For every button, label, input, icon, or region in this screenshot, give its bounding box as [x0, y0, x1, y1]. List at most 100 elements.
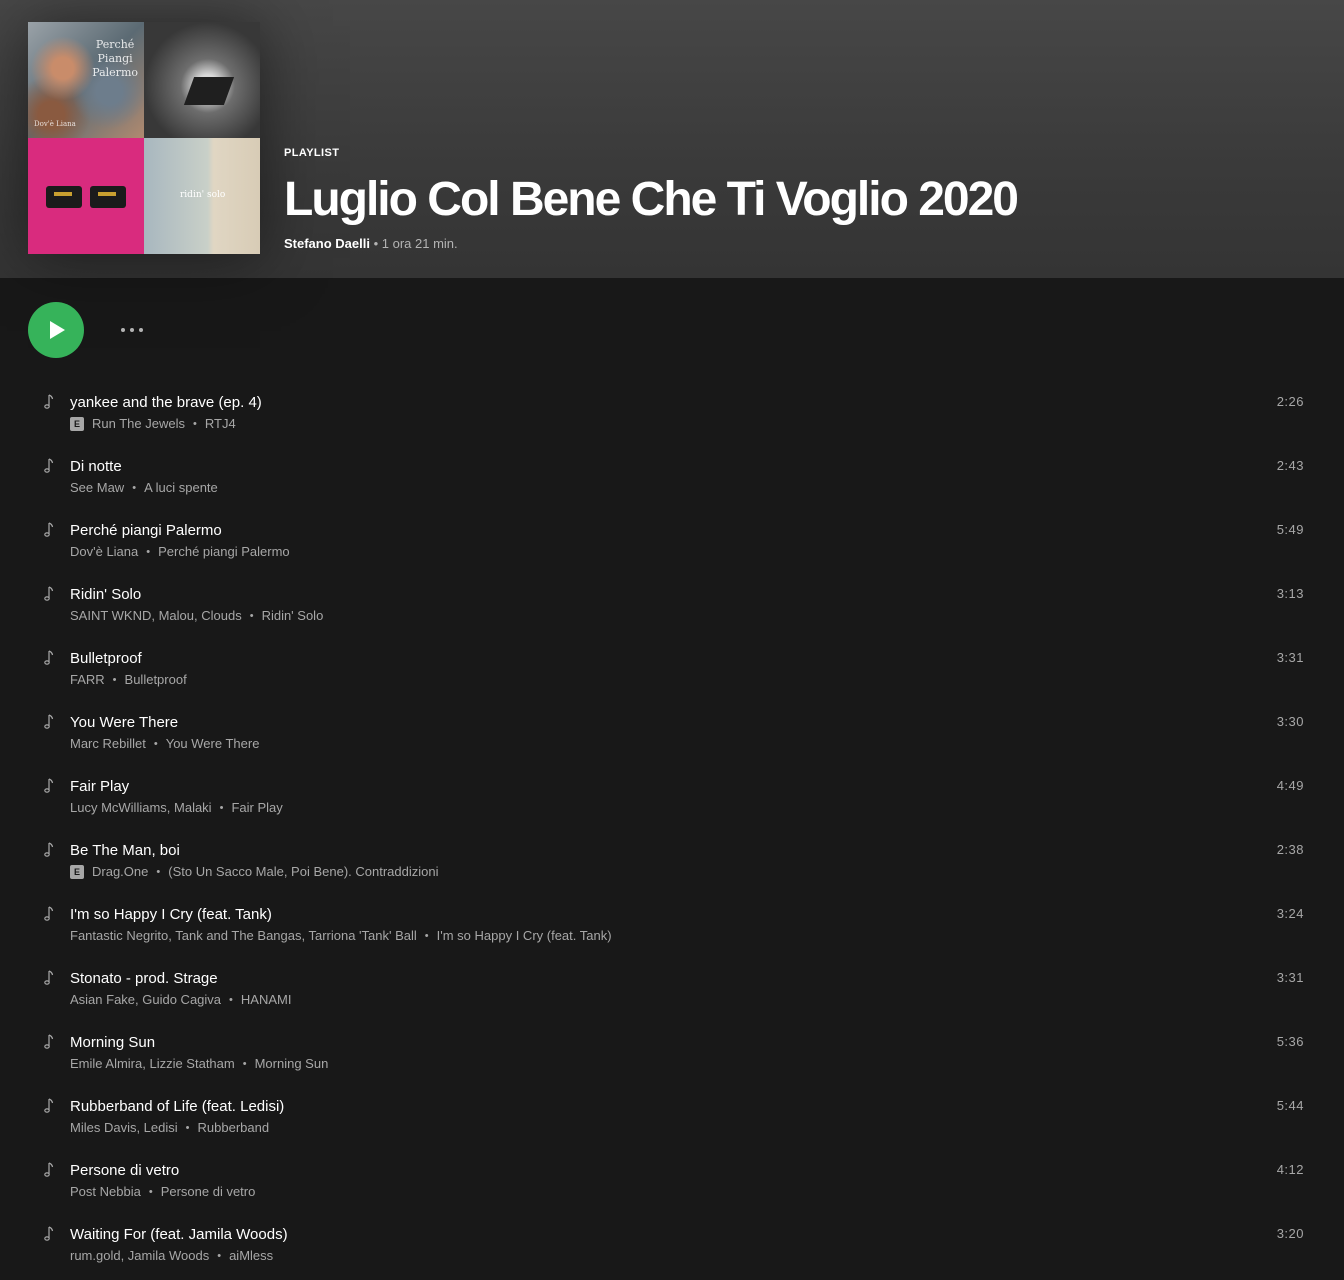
track-album[interactable]: HANAMI: [241, 992, 292, 1007]
track-list: yankee and the brave (ep. 4) E Run The Jew…: [0, 384, 1344, 1280]
track-album[interactable]: Morning Sun: [255, 1056, 329, 1071]
track-row[interactable]: Ridin' Solo SAINT WKND, Malou, Clouds • Rid…: [0, 576, 1344, 640]
track-title[interactable]: Stonato - prod. Strage: [70, 970, 218, 987]
separator-dot: •: [185, 1121, 190, 1134]
track-artists[interactable]: Lucy McWilliams, Malaki: [70, 800, 212, 815]
track-album[interactable]: Bulletproof: [125, 672, 187, 687]
track-album[interactable]: Rubberband: [198, 1120, 270, 1135]
track-title[interactable]: Fair Play: [70, 778, 129, 795]
track-row[interactable]: Bulletproof FARR • Bulletproof 3:31: [0, 640, 1344, 704]
track-row[interactable]: Perché piangi Palermo Dov'è Liana • Perché …: [0, 512, 1344, 576]
track-row[interactable]: Stonato - prod. Strage Asian Fake, Guido …: [0, 960, 1344, 1024]
track-row[interactable]: Waiting For (feat. Jamila Woods) rum.gold…: [0, 1216, 1344, 1280]
track-album[interactable]: RTJ4: [205, 416, 236, 431]
meta-separator: •: [373, 236, 382, 251]
track-duration: 4:12: [1276, 1162, 1304, 1177]
track-duration: 2:43: [1276, 458, 1304, 473]
track-duration: 3:20: [1276, 1226, 1304, 1241]
music-note-icon: [44, 394, 54, 409]
track-artists[interactable]: Fantastic Negrito, Tank and The Bangas, …: [70, 928, 417, 943]
track-duration: 5:44: [1276, 1098, 1304, 1113]
track-title[interactable]: Rubberband of Life (feat. Ledisi): [70, 1098, 284, 1115]
track-title[interactable]: You Were There: [70, 714, 178, 731]
separator-dot: •: [112, 673, 117, 686]
track-title[interactable]: Di notte: [70, 458, 122, 475]
track-artists[interactable]: Dov'è Liana: [70, 544, 138, 559]
separator-dot: •: [242, 1057, 247, 1070]
track-title[interactable]: yankee and the brave (ep. 4): [70, 394, 262, 411]
track-row[interactable]: Di notte See Maw • A luci spente 2:43: [0, 448, 1344, 512]
separator-dot: •: [217, 1249, 222, 1262]
cover-tile-4-text: ridin' solo: [180, 190, 226, 200]
music-note-icon: [44, 1034, 54, 1049]
separator-dot: •: [146, 545, 151, 558]
explicit-badge: E: [70, 864, 84, 879]
music-note-icon: [44, 1098, 54, 1113]
track-album[interactable]: aiMless: [229, 1248, 273, 1263]
track-album[interactable]: Perché piangi Palermo: [158, 544, 290, 559]
separator-dot: •: [249, 609, 254, 622]
play-button[interactable]: [28, 302, 84, 358]
cover-tile-2: [144, 22, 260, 138]
track-subtitle: Miles Davis, Ledisi • Rubberband: [70, 1120, 269, 1135]
track-duration: 3:30: [1276, 714, 1304, 729]
track-row[interactable]: yankee and the brave (ep. 4) E Run The Jew…: [0, 384, 1344, 448]
track-album[interactable]: Persone di vetro: [161, 1184, 256, 1199]
track-title[interactable]: Morning Sun: [70, 1034, 155, 1051]
track-artists[interactable]: Marc Rebillet: [70, 736, 146, 751]
track-title[interactable]: I'm so Happy I Cry (feat. Tank): [70, 906, 272, 923]
track-artists[interactable]: Miles Davis, Ledisi: [70, 1120, 178, 1135]
track-artists[interactable]: rum.gold, Jamila Woods: [70, 1248, 209, 1263]
track-duration: 3:24: [1276, 906, 1304, 921]
track-row[interactable]: You Were There Marc Rebillet • You Were The…: [0, 704, 1344, 768]
more-options-button[interactable]: [114, 316, 150, 344]
music-note-icon: [44, 1162, 54, 1177]
playlist-meta: Stefano Daelli • 1 ora 21 min.: [284, 236, 458, 251]
track-artists[interactable]: See Maw: [70, 480, 124, 495]
track-row[interactable]: Rubberband of Life (feat. Ledisi) Miles D…: [0, 1088, 1344, 1152]
playlist-owner[interactable]: Stefano Daelli: [284, 236, 370, 251]
track-album[interactable]: Ridin' Solo: [262, 608, 324, 623]
track-album[interactable]: I'm so Happy I Cry (feat. Tank): [437, 928, 612, 943]
track-album[interactable]: (Sto Un Sacco Male, Poi Bene). Contraddi…: [168, 864, 438, 879]
track-title[interactable]: Bulletproof: [70, 650, 142, 667]
track-subtitle: Dov'è Liana • Perché piangi Palermo: [70, 544, 290, 559]
playlist-cover[interactable]: Perché Piangi Palermo Dov'è Liana ridin'…: [28, 22, 260, 254]
separator-dot: •: [192, 417, 197, 430]
track-artists[interactable]: SAINT WKND, Malou, Clouds: [70, 608, 242, 623]
playlist-header: Perché Piangi Palermo Dov'è Liana ridin'…: [0, 0, 1344, 278]
track-album[interactable]: A luci spente: [144, 480, 218, 495]
track-row[interactable]: Morning Sun Emile Almira, Lizzie Statham •…: [0, 1024, 1344, 1088]
track-row[interactable]: Be The Man, boi E Drag.One • (Sto Un Sacco M…: [0, 832, 1344, 896]
track-row[interactable]: Persone di vetro Post Nebbia • Persone di v…: [0, 1152, 1344, 1216]
track-title[interactable]: Persone di vetro: [70, 1162, 179, 1179]
track-title[interactable]: Waiting For (feat. Jamila Woods): [70, 1226, 288, 1243]
track-artists[interactable]: Post Nebbia: [70, 1184, 141, 1199]
track-artists[interactable]: FARR: [70, 672, 105, 687]
track-artists[interactable]: Asian Fake, Guido Cagiva: [70, 992, 221, 1007]
track-duration: 3:13: [1276, 586, 1304, 601]
track-subtitle: E Run The Jewels • RTJ4: [70, 416, 236, 431]
track-subtitle: Fantastic Negrito, Tank and The Bangas, …: [70, 928, 612, 943]
track-title[interactable]: Perché piangi Palermo: [70, 522, 222, 539]
track-artists[interactable]: Drag.One: [92, 864, 148, 879]
music-note-icon: [44, 586, 54, 601]
track-album[interactable]: Fair Play: [231, 800, 282, 815]
track-title[interactable]: Ridin' Solo: [70, 586, 141, 603]
music-note-icon: [44, 842, 54, 857]
track-duration: 5:49: [1276, 522, 1304, 537]
music-note-icon: [44, 970, 54, 985]
playlist-duration: 1 ora 21 min.: [381, 236, 458, 251]
track-artists[interactable]: Run The Jewels: [92, 416, 185, 431]
track-title[interactable]: Be The Man, boi: [70, 842, 180, 859]
separator-dot: •: [229, 993, 233, 1006]
track-artists[interactable]: Emile Almira, Lizzie Statham: [70, 1056, 235, 1071]
track-album[interactable]: You Were There: [166, 736, 260, 751]
music-note-icon: [44, 522, 54, 537]
track-subtitle: Emile Almira, Lizzie Statham • Morning Sun: [70, 1056, 328, 1071]
music-note-icon: [44, 714, 54, 729]
track-subtitle: FARR • Bulletproof: [70, 672, 187, 687]
track-row[interactable]: Fair Play Lucy McWilliams, Malaki • Fair Pl…: [0, 768, 1344, 832]
track-row[interactable]: I'm so Happy I Cry (feat. Tank) Fantastic…: [0, 896, 1344, 960]
playlist-type-label: PLAYLIST: [284, 147, 340, 159]
